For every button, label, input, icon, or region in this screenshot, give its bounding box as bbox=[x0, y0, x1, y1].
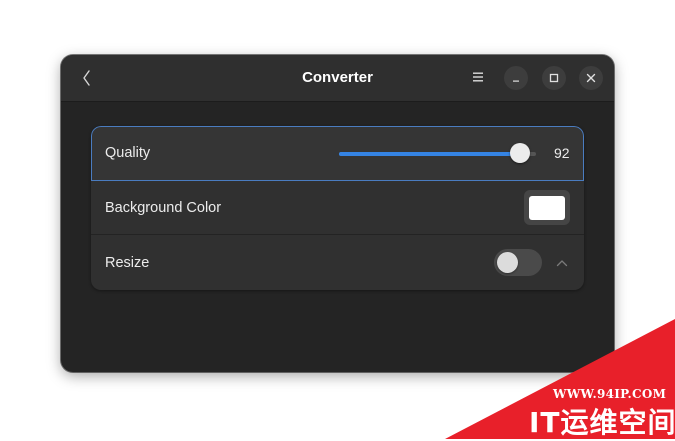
watermark-logo: IT运维空间 bbox=[529, 406, 675, 439]
watermark-banner bbox=[445, 319, 675, 439]
watermark-url: WWW.94IP.COM bbox=[553, 387, 667, 401]
